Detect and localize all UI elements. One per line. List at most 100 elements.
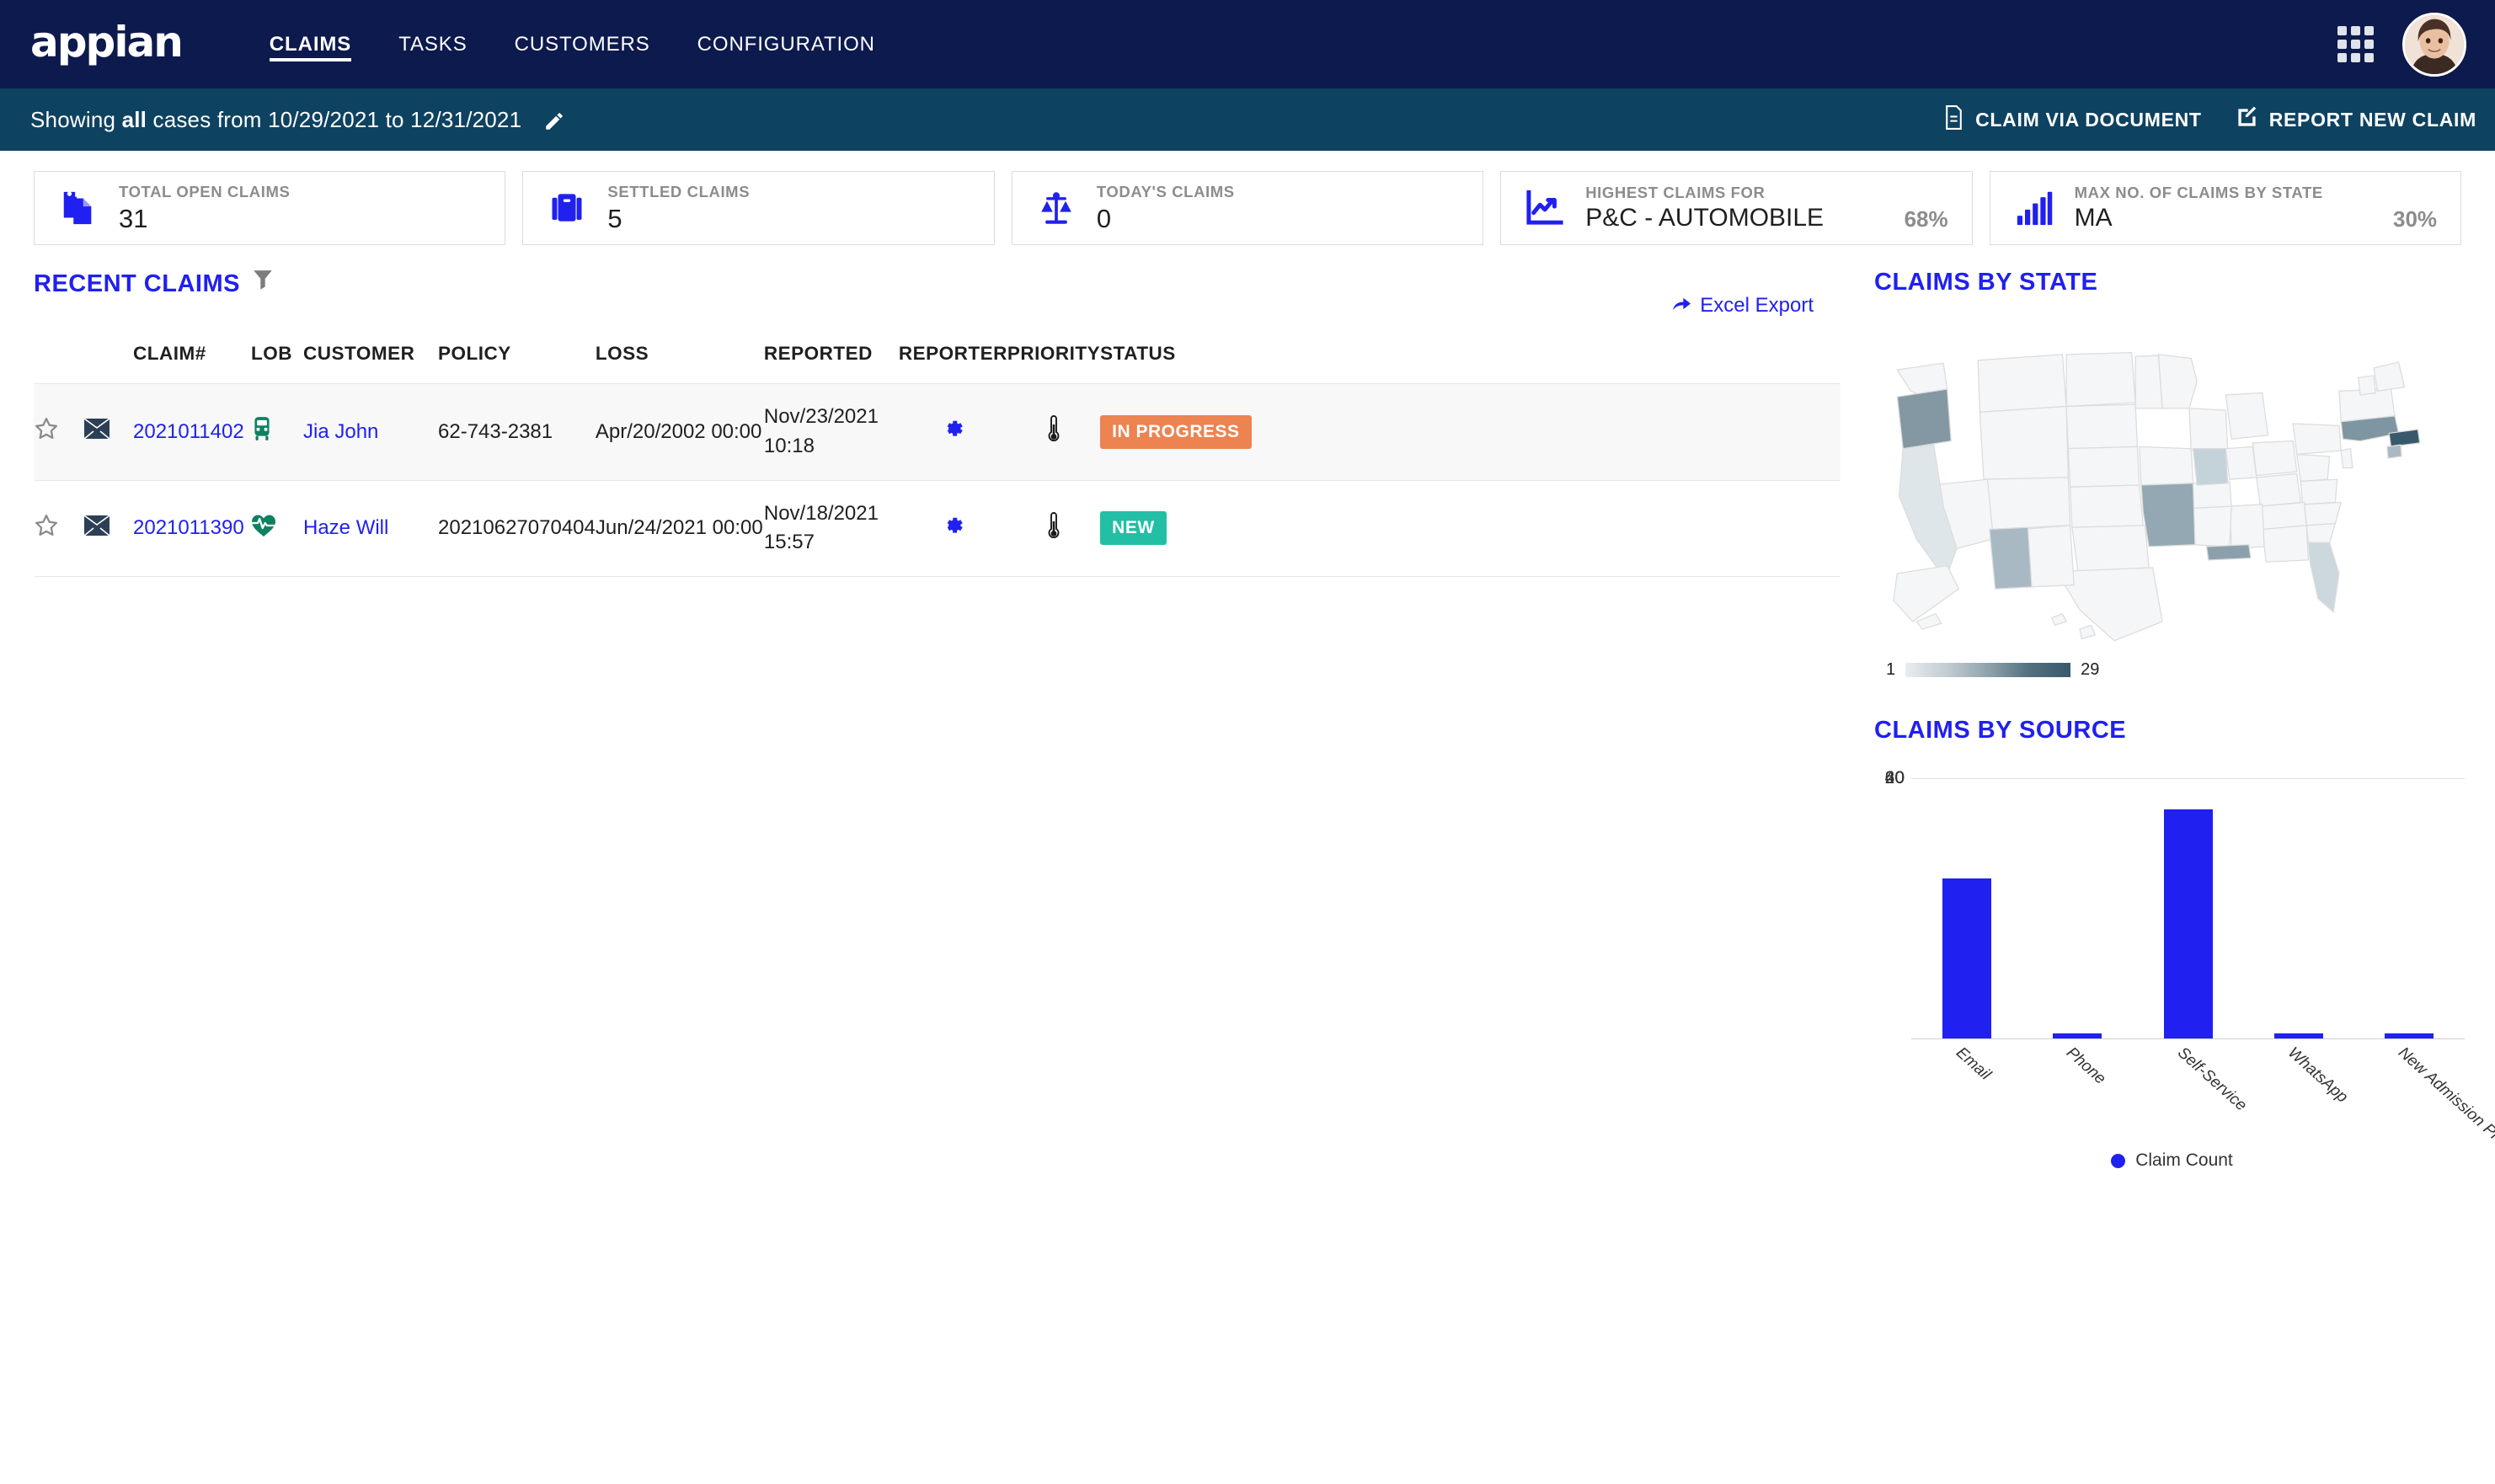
column-lob[interactable]: LOB — [251, 343, 303, 384]
claims-by-source-chart[interactable]: 60 40 20 0 — [1874, 768, 2470, 1039]
reported-date: Nov/18/2021 — [763, 501, 879, 525]
x-axis-labels: Email Phone Self-Service WhatsApp New Ad… — [1911, 1039, 2495, 1172]
envelope-icon[interactable] — [83, 479, 133, 578]
state-AR — [2192, 505, 2232, 547]
customer-link[interactable]: Jia John — [303, 420, 378, 443]
avatar-illustration — [2405, 14, 2464, 74]
bar-whatsapp[interactable] — [2273, 1033, 2323, 1038]
recent-claims-title: RECENT CLAIMS — [34, 269, 1841, 299]
star-outline-icon[interactable] — [34, 383, 84, 481]
bar-email[interactable] — [1942, 878, 1991, 1038]
bar-self-service[interactable] — [2163, 809, 2213, 1038]
reported-date: Nov/23/2021 — [763, 405, 879, 428]
claims-by-source-title: CLAIMS BY SOURCE — [1874, 717, 2127, 744]
column-reporter[interactable]: REPORTER — [899, 343, 1007, 384]
nav-item-customers[interactable]: CUSTOMERS — [491, 0, 674, 88]
state-MI — [2225, 392, 2269, 440]
column-customer[interactable]: CUSTOMER — [303, 343, 438, 384]
report-new-claim-button[interactable]: REPORT NEW CLAIM — [2236, 106, 2476, 134]
nav-item-claims[interactable]: CLAIMS — [246, 0, 375, 88]
claim-number-link[interactable]: 2021011402 — [133, 420, 244, 443]
state-KY — [2256, 472, 2302, 507]
claim-via-document-label: CLAIM VIA DOCUMENT — [1975, 108, 2202, 131]
state-IN — [2225, 446, 2257, 480]
state-ME — [2373, 361, 2406, 392]
kpi-card-settled-claims[interactable]: SETTLED CLAIMS 5 — [522, 171, 995, 245]
reported-time: 10:18 — [763, 434, 815, 457]
showing-summary-text: Showing all cases from 10/29/2021 to 12/… — [30, 107, 565, 133]
bar-chart-icon — [2012, 190, 2056, 226]
state-MO — [2140, 483, 2196, 547]
scales-icon — [1034, 190, 1078, 227]
state-CT-RI — [2386, 444, 2402, 459]
state-WI — [2188, 408, 2229, 451]
x-label-whatsapp: WhatsApp — [2284, 1044, 2352, 1107]
reported-time: 15:57 — [763, 531, 815, 554]
funnel-filter-icon[interactable] — [252, 269, 274, 299]
user-avatar[interactable] — [2402, 12, 2466, 77]
customer-link[interactable]: Haze Will — [303, 516, 388, 539]
showing-prefix: Showing — [30, 106, 122, 132]
filter-summary-bar: Showing all cases from 10/29/2021 to 12/… — [0, 88, 2495, 151]
kpi-card-highest-claims-for[interactable]: HIGHEST CLAIMS FOR P&C - AUTOMOBILE 68% — [1500, 171, 1973, 245]
thermometer-icon[interactable] — [1007, 479, 1101, 578]
table-header-row: CLAIM# LOB CUSTOMER POLICY LOSS REPORTED… — [34, 343, 1841, 384]
claim-via-document-button[interactable]: CLAIM VIA DOCUMENT — [1943, 104, 2202, 135]
reported-datetime: Nov/18/2021 15:57 — [763, 479, 899, 578]
kpi-label: TOTAL OPEN CLAIMS — [119, 182, 291, 200]
claims-by-state-map[interactable]: 1 29 — [1874, 332, 2470, 680]
state-PA — [2292, 423, 2342, 456]
column-status[interactable]: STATUS — [1100, 343, 1841, 384]
state-AZ — [1989, 526, 2033, 590]
gear-icon[interactable] — [898, 479, 1007, 578]
excel-export-button[interactable]: Excel Export — [1672, 294, 1814, 318]
state-OK — [2071, 525, 2150, 573]
state-FL — [2307, 542, 2340, 613]
kpi-card-total-open-claims[interactable]: TOTAL OPEN CLAIMS 31 — [34, 171, 506, 245]
column-policy[interactable]: POLICY — [438, 343, 596, 384]
pencil-icon[interactable] — [543, 110, 565, 132]
trend-chart-icon — [1523, 190, 1567, 226]
state-NE — [2067, 446, 2140, 488]
showing-emphasis: all — [121, 106, 147, 132]
star-outline-icon[interactable] — [34, 479, 84, 578]
state-OR — [1896, 388, 1952, 450]
status-badge: IN PROGRESS — [1100, 414, 1252, 449]
loss-date-value: Jun/24/2021 00:00 — [595, 479, 764, 578]
subbar-actions: CLAIM VIA DOCUMENT REPORT NEW CLAIM — [1943, 104, 2476, 135]
nav-item-tasks[interactable]: TASKS — [375, 0, 490, 88]
kpi-card-todays-claims[interactable]: TODAY'S CLAIMS 0 — [1011, 171, 1484, 245]
claims-by-state-title: CLAIMS BY STATE — [1874, 269, 2098, 296]
state-WY-ID — [1979, 405, 2069, 480]
legend-dot-claim-count — [2111, 1153, 2126, 1168]
state-MS-base — [2229, 504, 2265, 549]
state-VA — [2300, 478, 2338, 505]
state-SD — [2065, 403, 2139, 450]
gear-icon[interactable] — [898, 383, 1007, 481]
column-priority[interactable]: PRIORITY — [1007, 343, 1100, 384]
column-claim-number[interactable]: CLAIM# — [133, 343, 251, 384]
nav-item-configuration[interactable]: CONFIGURATION — [674, 0, 899, 88]
claim-number-link[interactable]: 2021011390 — [133, 516, 244, 539]
kpi-card-max-claims-by-state[interactable]: MAX NO. OF CLAIMS BY STATE MA 30% — [1989, 171, 2462, 245]
apps-grid-icon[interactable] — [2337, 26, 2374, 62]
table-row[interactable]: 2021011402 Jia John 62-743-2381 Apr/20/2… — [34, 383, 1841, 481]
loss-date-value: Apr/20/2002 00:00 — [595, 383, 764, 481]
chart-legend[interactable]: Claim Count — [1874, 1150, 2470, 1171]
column-reported[interactable]: REPORTED — [764, 343, 899, 384]
envelope-icon[interactable] — [83, 383, 133, 481]
state-MT — [1977, 354, 2067, 414]
status-badge: NEW — [1100, 511, 1167, 546]
reported-datetime: Nov/23/2021 10:18 — [763, 383, 899, 481]
state-KS — [2069, 484, 2144, 528]
bar-new-admission-process[interactable] — [2385, 1033, 2434, 1038]
thermometer-icon[interactable] — [1007, 383, 1101, 481]
bar-series — [1911, 778, 2465, 1038]
state-IA — [2139, 446, 2194, 486]
column-loss[interactable]: LOSS — [596, 343, 764, 384]
legend-max-value: 29 — [2081, 660, 2100, 679]
table-row[interactable]: 2021011390 Haze Will 20210627070404 Jun/… — [34, 479, 1841, 578]
table-body: 2021011402 Jia John 62-743-2381 Apr/20/2… — [34, 383, 1841, 578]
bar-phone[interactable] — [2053, 1033, 2102, 1038]
bar-slot-phone — [2022, 1033, 2132, 1038]
